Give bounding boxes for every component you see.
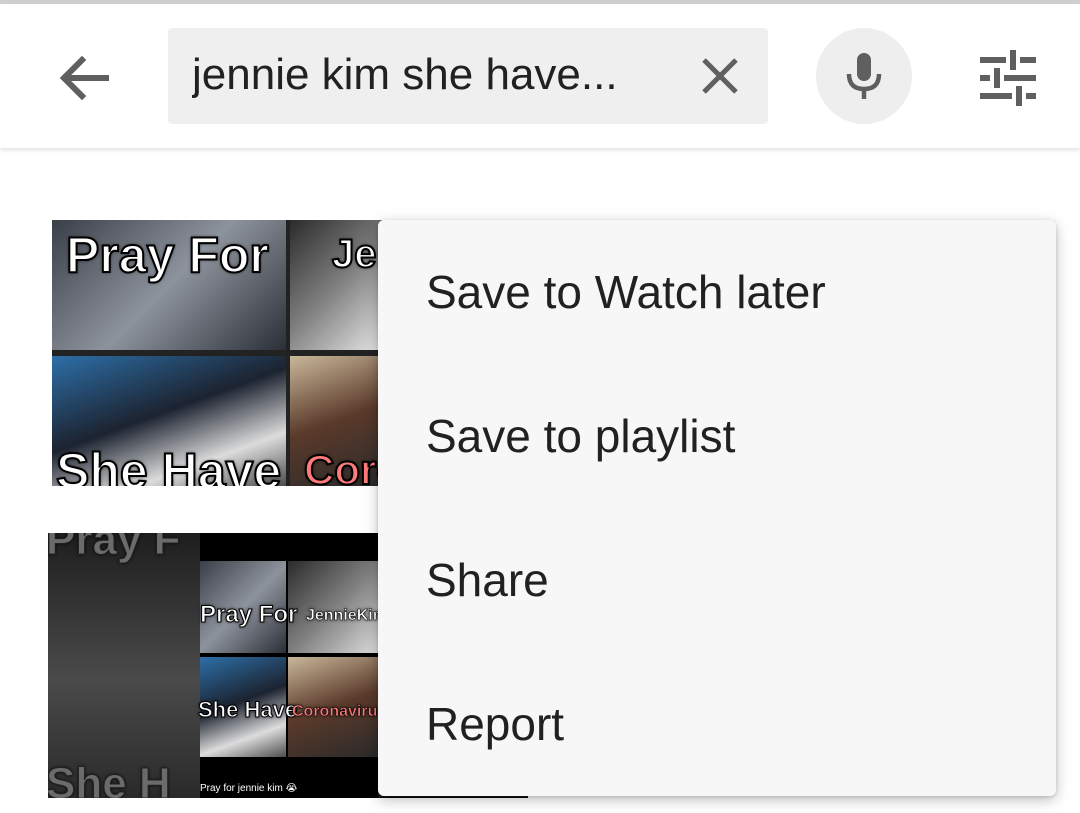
menu-item-label: Save to Watch later <box>426 266 826 318</box>
thumbnail-overlay-text: Pray F <box>48 533 181 565</box>
back-button[interactable] <box>44 38 124 118</box>
video-thumbnail[interactable]: Pray For Jen She Have Coro <box>52 220 382 486</box>
thumbnail-overlay-text: Coro <box>303 445 382 486</box>
search-filters-button[interactable] <box>966 38 1048 118</box>
menu-item-label: Report <box>426 698 565 750</box>
thumbnail-overlay-text: Pray For <box>65 226 270 284</box>
tune-sliders-icon <box>980 50 1036 106</box>
thumbnail-overlay-text: Jen <box>331 231 382 277</box>
menu-item-label: Save to playlist <box>426 410 736 462</box>
menu-item-share[interactable]: Share <box>378 508 1056 652</box>
menu-item-save-playlist[interactable]: Save to playlist <box>378 364 1056 508</box>
search-field[interactable]: jennie kim she have... <box>168 28 768 124</box>
search-query-text[interactable]: jennie kim she have... <box>192 50 662 100</box>
arrow-left-icon <box>59 55 109 101</box>
microphone-icon <box>846 53 882 99</box>
menu-item-label: Share <box>426 554 549 606</box>
thumbnail-caption: Pray for jennie kim 😭 <box>200 783 298 794</box>
thumbnail-overlay-text: Pray For <box>199 601 298 629</box>
menu-item-save-watch-later[interactable]: Save to Watch later <box>378 220 1056 364</box>
menu-item-report[interactable]: Report <box>378 652 1056 796</box>
clear-search-button[interactable] <box>688 44 752 108</box>
thumbnail-overlay-text: Coronaviru <box>292 703 378 721</box>
video-options-menu: Save to Watch later Save to playlist Sha… <box>378 220 1056 796</box>
thumbnail-overlay-text: JennieKim <box>306 607 387 625</box>
close-icon <box>702 58 738 94</box>
thumbnail-overlay-text: She Have <box>197 697 298 723</box>
voice-search-button[interactable] <box>816 28 912 124</box>
thumbnail-overlay-text: She Have <box>55 442 282 486</box>
thumbnail-overlay-text: She H <box>48 759 171 799</box>
search-app-bar: jennie kim she have... <box>0 4 1080 148</box>
